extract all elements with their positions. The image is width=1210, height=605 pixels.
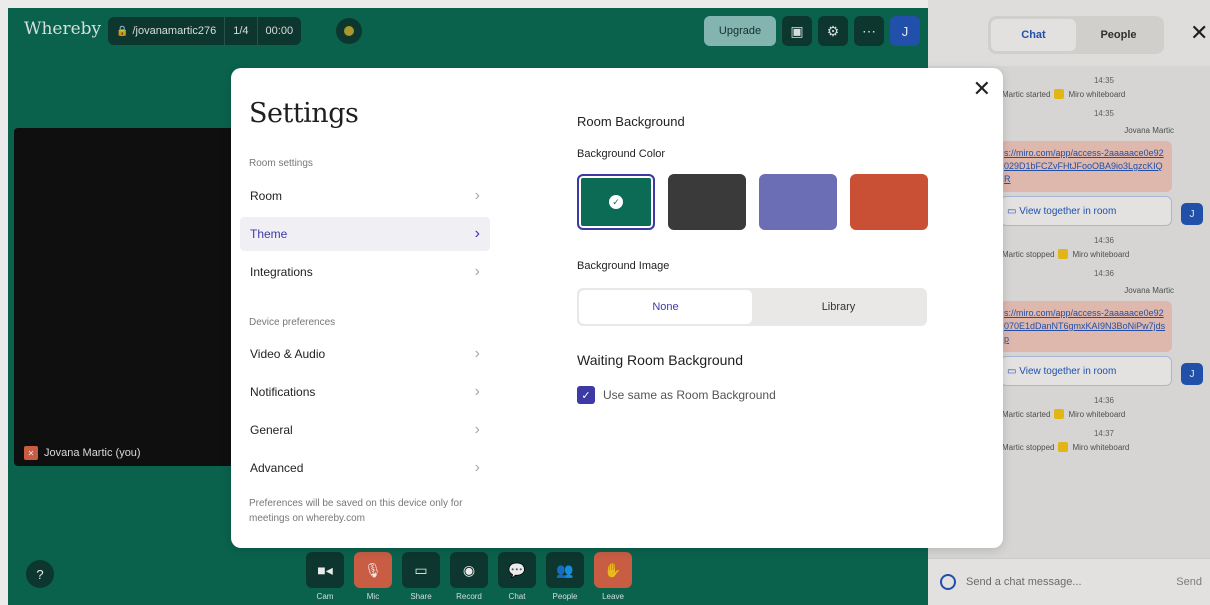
preferences-footnote: Preferences will be saved on this device… (249, 498, 463, 524)
settings-nav-advanced[interactable]: Advanced › (240, 451, 490, 485)
settings-nav-notifications[interactable]: Notifications › (240, 375, 490, 409)
nav-label: Room (250, 189, 283, 203)
nav-label: Notifications (250, 385, 316, 399)
image-option-none[interactable]: None (579, 290, 752, 324)
chevron-right-icon: › (474, 383, 480, 400)
settings-nav-video-audio[interactable]: Video & Audio › (240, 337, 490, 371)
check-icon: ✓ (609, 195, 623, 209)
chevron-right-icon: › (474, 459, 480, 476)
nav-label: General (250, 423, 293, 437)
chevron-right-icon: › (474, 225, 480, 242)
nav-label: Advanced (250, 461, 304, 475)
nav-label: Integrations (250, 265, 313, 279)
image-option-library[interactable]: Library (752, 290, 925, 324)
nav-label: Theme (250, 227, 288, 241)
settings-nav-integrations[interactable]: Integrations › (240, 255, 490, 289)
chevron-right-icon: › (474, 345, 480, 362)
settings-nav-general[interactable]: General › (240, 413, 490, 447)
room-background-title: Room Background (577, 114, 685, 129)
color-swatch-red[interactable] (850, 174, 928, 230)
use-same-checkbox[interactable]: ✓ (577, 386, 595, 404)
settings-nav-room[interactable]: Room › (240, 179, 490, 213)
background-color-label: Background Color (577, 148, 666, 160)
settings-modal: ✕ Settings Room settings Room › Theme › … (231, 68, 1003, 548)
background-image-label: Background Image (577, 260, 670, 272)
chevron-right-icon: › (474, 263, 480, 280)
chevron-right-icon: › (474, 421, 480, 438)
waiting-room-background-title: Waiting Room Background (577, 352, 744, 368)
color-swatch-dark-gray[interactable] (668, 174, 746, 230)
use-same-label: Use same as Room Background (603, 388, 776, 402)
close-icon[interactable]: ✕ (973, 76, 991, 102)
room-settings-heading: Room settings (249, 158, 313, 169)
device-preferences-heading: Device preferences (249, 317, 336, 328)
color-swatch-purple[interactable] (759, 174, 837, 230)
use-same-background-row[interactable]: ✓ Use same as Room Background (577, 386, 776, 404)
color-swatch-green[interactable]: ✓ (577, 174, 655, 230)
chevron-right-icon: › (474, 187, 480, 204)
background-image-selector: None Library (577, 288, 927, 326)
settings-nav-theme[interactable]: Theme › (240, 217, 490, 251)
color-swatches: ✓ (577, 174, 928, 230)
settings-title: Settings (249, 98, 359, 129)
nav-label: Video & Audio (250, 347, 326, 361)
